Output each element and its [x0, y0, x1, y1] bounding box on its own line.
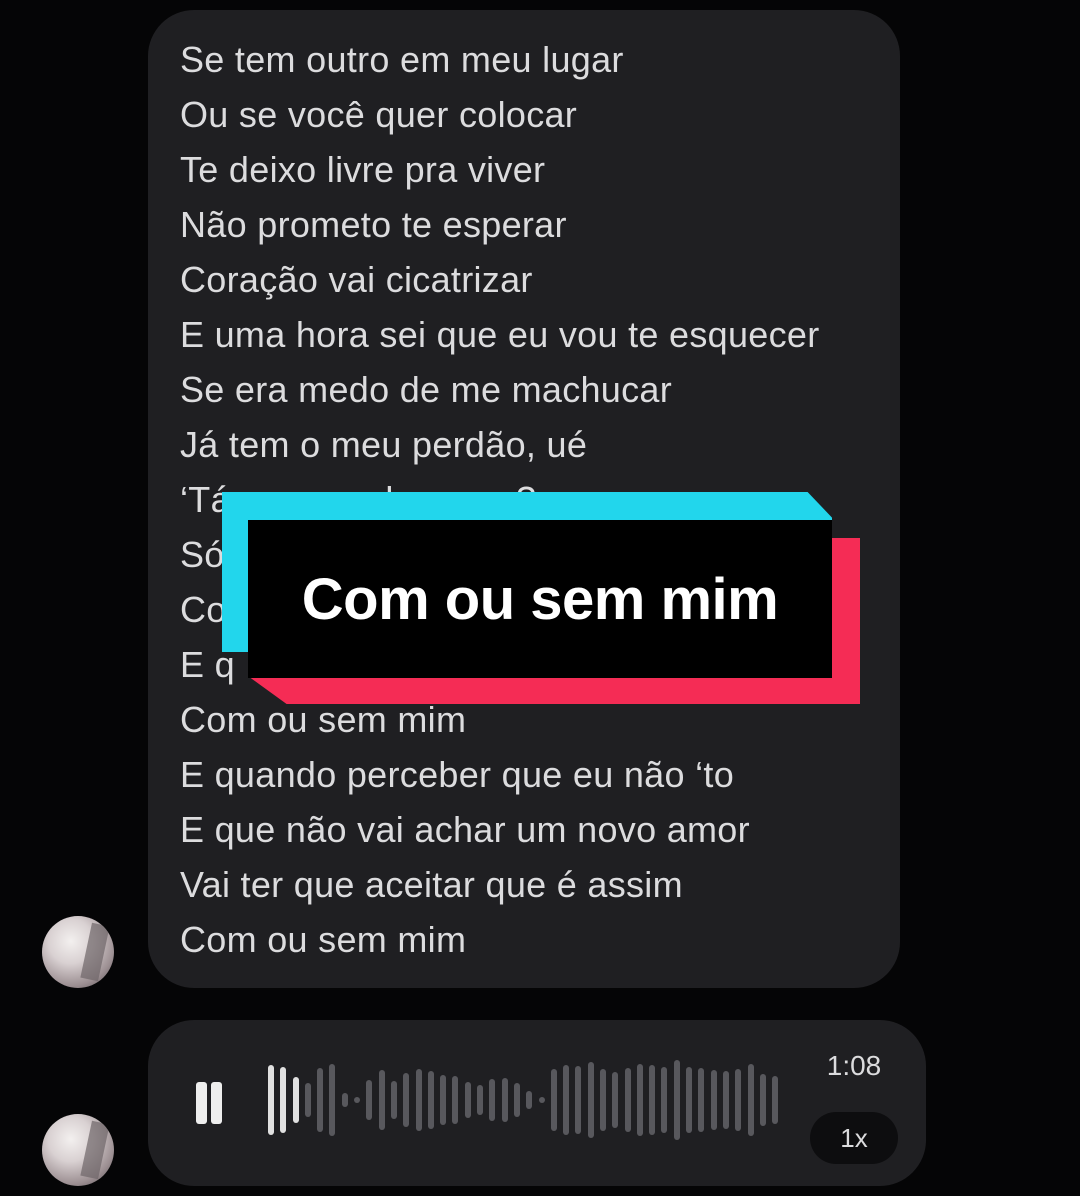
waveform-bar — [452, 1076, 459, 1124]
lyric-line: Te deixo livre pra viver — [180, 149, 546, 190]
waveform-bar — [735, 1069, 742, 1131]
waveform-bar — [673, 1060, 680, 1140]
waveform-bar — [526, 1091, 533, 1109]
waveform-bar — [268, 1065, 274, 1135]
caption-text: Com ou sem mim — [301, 566, 779, 632]
waveform-bar — [403, 1073, 410, 1127]
waveform-bar — [759, 1074, 766, 1126]
lyric-line: Não prometo te esperar — [180, 204, 567, 245]
waveform-bar — [329, 1064, 336, 1136]
lyric-line: Coração vai cicatrizar — [180, 259, 533, 300]
sender-avatar[interactable] — [42, 916, 114, 988]
waveform-bar — [477, 1085, 484, 1115]
waveform-bar — [464, 1082, 471, 1118]
waveform-bar — [686, 1067, 693, 1133]
waveform-bar — [710, 1070, 717, 1130]
waveform-bar — [354, 1097, 361, 1103]
sender-avatar[interactable] — [42, 1114, 114, 1186]
waveform-bar — [378, 1070, 385, 1130]
waveform-bar — [550, 1069, 557, 1131]
waveform-bar — [587, 1062, 594, 1138]
waveform-bar — [390, 1081, 397, 1119]
waveform-bar — [624, 1068, 631, 1132]
lyric-line: Vai ter que aceitar que é assim — [180, 864, 683, 905]
waveform-bar — [280, 1067, 287, 1133]
waveform-bar — [513, 1083, 520, 1117]
waveform-bar — [563, 1065, 570, 1135]
waveform-bar — [599, 1069, 606, 1131]
waveform-bar — [772, 1076, 779, 1124]
waveform-bar — [415, 1069, 422, 1131]
waveform-bar — [722, 1071, 729, 1129]
waveform-bar — [304, 1083, 311, 1117]
pause-icon[interactable] — [192, 1082, 228, 1126]
video-caption-overlay: Com ou sem mim — [222, 492, 862, 708]
waveform-bar — [501, 1078, 508, 1122]
waveform-bar — [317, 1068, 324, 1132]
lyric-line: Ou se você quer colocar — [180, 94, 578, 135]
playback-speed-button[interactable]: 1x — [810, 1112, 898, 1164]
lyric-line: E quando perceber que eu não ‘to — [180, 754, 735, 795]
waveform-bar — [575, 1066, 582, 1134]
lyric-line: Com ou sem mim — [180, 919, 467, 960]
waveform-bar — [538, 1097, 545, 1103]
waveform-bar — [698, 1068, 705, 1132]
voice-duration: 1:08 — [826, 1050, 882, 1081]
waveform-bar — [366, 1080, 373, 1120]
waveform-bar — [440, 1075, 447, 1125]
waveform-bar — [341, 1093, 348, 1107]
waveform-bar — [489, 1079, 496, 1121]
lyric-line: E uma hora sei que eu vou te esquecer — [180, 314, 820, 355]
audio-waveform[interactable] — [268, 1050, 788, 1150]
lyric-line: Já tem o meu perdão, ué — [180, 424, 588, 465]
waveform-bar — [427, 1071, 434, 1129]
waveform-bar — [636, 1064, 643, 1136]
lyric-line: Se tem outro em meu lugar — [180, 39, 624, 80]
waveform-bar — [292, 1077, 299, 1123]
waveform-bar — [747, 1064, 754, 1136]
lyric-line: Se era medo de me machucar — [180, 369, 673, 410]
waveform-bar — [661, 1067, 668, 1133]
waveform-bar — [612, 1072, 619, 1128]
waveform-bar — [649, 1065, 656, 1135]
lyric-line: E que não vai achar um novo amor — [180, 809, 750, 850]
